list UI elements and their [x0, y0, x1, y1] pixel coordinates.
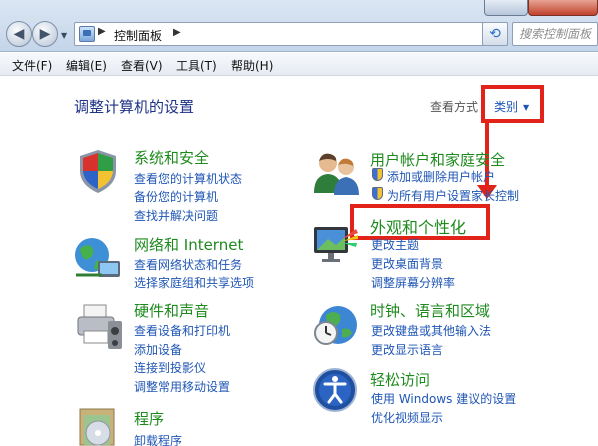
menu-edit[interactable]: 编辑(E) [66, 57, 107, 74]
link-add-device[interactable]: 添加设备 [134, 341, 182, 358]
category-user-accounts[interactable]: 用户帐户和家庭安全 [370, 149, 505, 170]
category-appearance-personalization[interactable]: 外观和个性化 [370, 214, 466, 238]
uac-shield-icon [372, 187, 383, 200]
link-devices-printers[interactable]: 查看设备和打印机 [134, 322, 230, 339]
link-add-remove-accounts[interactable]: 添加或删除用户帐户 [387, 168, 495, 185]
category-hardware-sound[interactable]: 硬件和声音 [134, 300, 209, 321]
search-input[interactable]: 搜索控制面板 [512, 22, 598, 46]
menu-view[interactable]: 查看(V) [121, 57, 163, 74]
breadcrumb-separator-icon[interactable]: ▶ [173, 27, 181, 38]
users-icon[interactable] [312, 149, 362, 195]
maximize-button[interactable] [484, 0, 528, 16]
menu-tools[interactable]: 工具(T) [176, 57, 217, 74]
menu-help[interactable]: 帮助(H) [231, 57, 273, 74]
link-windows-recommended-settings[interactable]: 使用 Windows 建议的设置 [371, 390, 516, 407]
category-network-internet[interactable]: 网络和 Internet [134, 234, 243, 255]
view-by-label: 查看方式 [430, 100, 479, 114]
arrow-right-icon: ▶ [39, 26, 51, 42]
breadcrumb-control-panel[interactable]: 控制面板 [114, 27, 162, 44]
link-troubleshoot[interactable]: 查找并解决问题 [134, 207, 218, 224]
control-panel-icon [79, 26, 95, 42]
uac-shield-icon [372, 168, 383, 181]
link-change-theme[interactable]: 更改主题 [371, 236, 419, 253]
ease-of-access-icon[interactable] [312, 367, 358, 413]
refresh-button[interactable]: ⟲ [482, 22, 508, 46]
breadcrumb-separator-icon[interactable]: ▶ [98, 26, 106, 37]
category-clock-language-region[interactable]: 时钟、语言和区域 [370, 300, 490, 321]
back-button[interactable]: ◀ [6, 21, 32, 47]
refresh-icon: ⟲ [489, 26, 501, 42]
category-system-security[interactable]: 系统和安全 [134, 147, 209, 168]
control-panel-content: 调整计算机的设置 查看方式 类别 ▼ 系统和安全 查看您的计算机状态 备份您的计算… [0, 77, 598, 446]
link-backup-computer[interactable]: 备份您的计算机 [134, 188, 218, 205]
recent-pages-dropdown[interactable]: ▼ [61, 31, 67, 40]
category-programs[interactable]: 程序 [134, 408, 164, 429]
link-change-keyboard[interactable]: 更改键盘或其他输入法 [371, 322, 491, 339]
printer-icon[interactable] [74, 301, 124, 351]
link-connect-projector[interactable]: 连接到投影仪 [134, 359, 206, 376]
link-change-display-language[interactable]: 更改显示语言 [371, 341, 443, 358]
close-button[interactable] [528, 0, 598, 16]
forward-button[interactable]: ▶ [32, 21, 58, 47]
globe-network-icon[interactable] [72, 235, 124, 281]
link-view-computer-status[interactable]: 查看您的计算机状态 [134, 170, 242, 187]
menu-file[interactable]: 文件(F) [12, 57, 52, 74]
link-network-status[interactable]: 查看网络状态和任务 [134, 256, 242, 273]
page-title: 调整计算机的设置 [74, 98, 195, 116]
programs-disc-icon[interactable] [76, 407, 122, 446]
shield-icon[interactable] [74, 147, 122, 195]
link-homegroup-sharing[interactable]: 选择家庭组和共享选项 [134, 274, 254, 291]
window-titlebar: ◀ ▶ ▼ ▶ 控制面板 ▶ ▼ ⟲ 搜索控制面板 [0, 0, 598, 52]
address-bar[interactable]: ▶ 控制面板 ▶ ▼ [74, 22, 508, 46]
link-change-desktop-background[interactable]: 更改桌面背景 [371, 255, 443, 272]
menu-bar: 文件(F) 编辑(E) 查看(V) 工具(T) 帮助(H) [0, 53, 598, 76]
category-ease-of-access[interactable]: 轻松访问 [370, 369, 430, 390]
monitor-palette-icon[interactable] [312, 223, 360, 265]
annotation-highlight-view-by [481, 85, 544, 123]
link-mobility-settings[interactable]: 调整常用移动设置 [134, 378, 230, 395]
link-uninstall-program[interactable]: 卸载程序 [134, 432, 182, 446]
link-parental-controls[interactable]: 为所有用户设置家长控制 [387, 187, 519, 204]
arrow-left-icon: ◀ [13, 26, 25, 42]
clock-globe-icon[interactable] [312, 299, 360, 347]
link-optimize-visual-display[interactable]: 优化视频显示 [371, 409, 443, 426]
link-adjust-resolution[interactable]: 调整屏幕分辨率 [371, 274, 455, 291]
